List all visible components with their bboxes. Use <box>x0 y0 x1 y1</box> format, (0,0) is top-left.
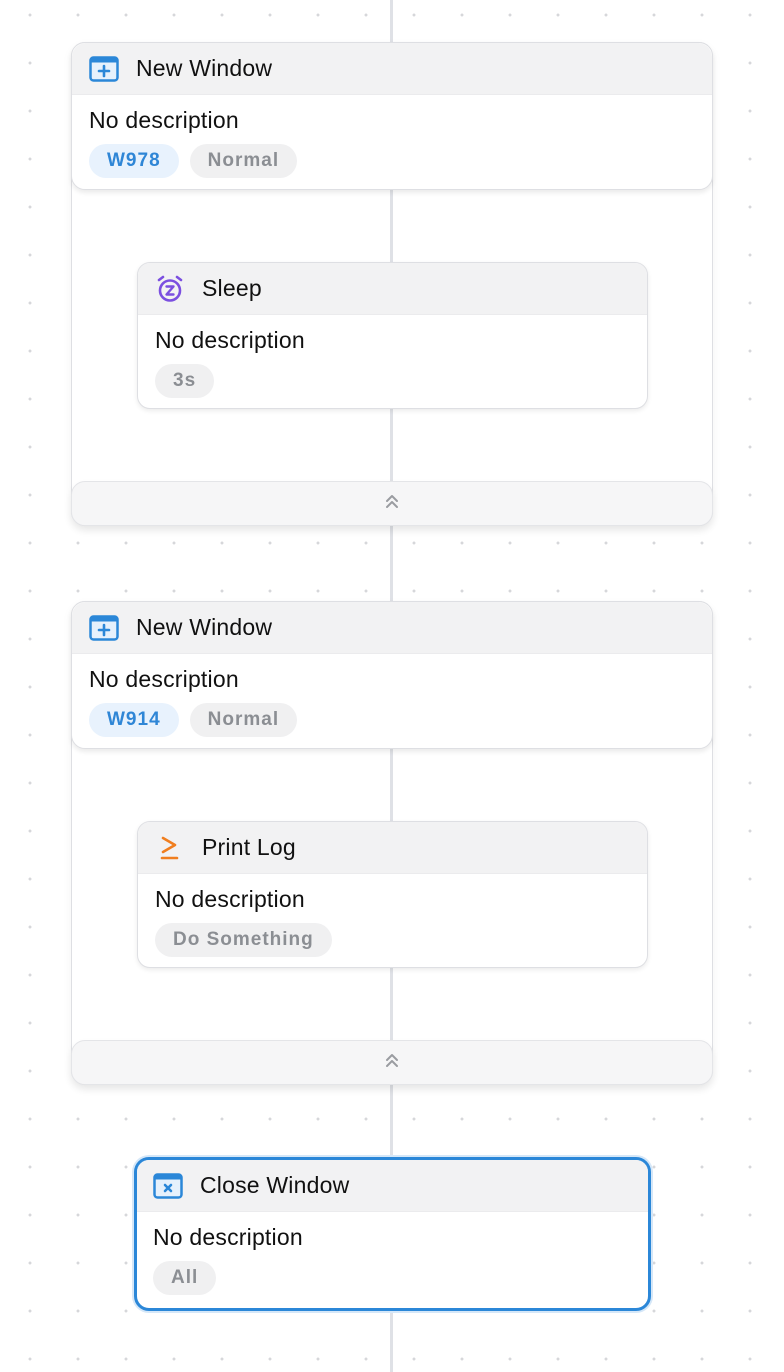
node-header: Print Log <box>138 822 647 874</box>
log-message-tag: Do Something <box>155 923 332 957</box>
collapse-group-button[interactable] <box>71 481 713 526</box>
new-window-node-2[interactable]: New Window No description W914 Normal <box>71 601 713 749</box>
print-log-node[interactable]: Print Log No description Do Something <box>137 821 648 968</box>
window-id-tag: W914 <box>89 703 179 737</box>
node-description: No description <box>89 107 239 133</box>
node-title: Print Log <box>202 834 296 860</box>
node-header: New Window <box>72 602 712 654</box>
window-mode-tag: Normal <box>189 144 298 178</box>
node-title: New Window <box>136 614 273 640</box>
duration-tag: 3s <box>155 364 215 398</box>
close-window-node[interactable]: Close Window No description All <box>134 1157 651 1311</box>
sleep-node[interactable]: Sleep No description 3s <box>137 262 648 409</box>
new-window-group-2: New Window No description W914 Normal Pr… <box>71 601 713 1085</box>
node-header: New Window <box>72 43 712 95</box>
alarm-clock-z-icon <box>155 274 185 304</box>
terminal-prompt-icon <box>155 833 185 863</box>
window-plus-icon <box>89 613 119 643</box>
new-window-node-1[interactable]: New Window No description W978 Normal <box>71 42 713 190</box>
window-id-tag: W978 <box>89 144 179 178</box>
node-header: Sleep <box>138 263 647 315</box>
node-description: No description <box>155 886 305 912</box>
node-title: New Window <box>136 55 273 81</box>
node-description: No description <box>153 1224 303 1250</box>
node-title: Close Window <box>200 1172 350 1198</box>
collapse-chevrons-up-icon <box>385 493 399 514</box>
close-scope-tag: All <box>153 1261 217 1295</box>
window-plus-icon <box>89 54 119 84</box>
node-description: No description <box>89 666 239 692</box>
window-mode-tag: Normal <box>189 703 298 737</box>
window-close-icon <box>153 1171 183 1201</box>
node-header: Close Window <box>137 1160 648 1212</box>
node-title: Sleep <box>202 275 262 301</box>
collapse-chevrons-up-icon <box>385 1052 399 1073</box>
new-window-group-1: New Window No description W978 Normal Sl… <box>71 42 713 526</box>
node-description: No description <box>155 327 305 353</box>
collapse-group-button[interactable] <box>71 1040 713 1085</box>
